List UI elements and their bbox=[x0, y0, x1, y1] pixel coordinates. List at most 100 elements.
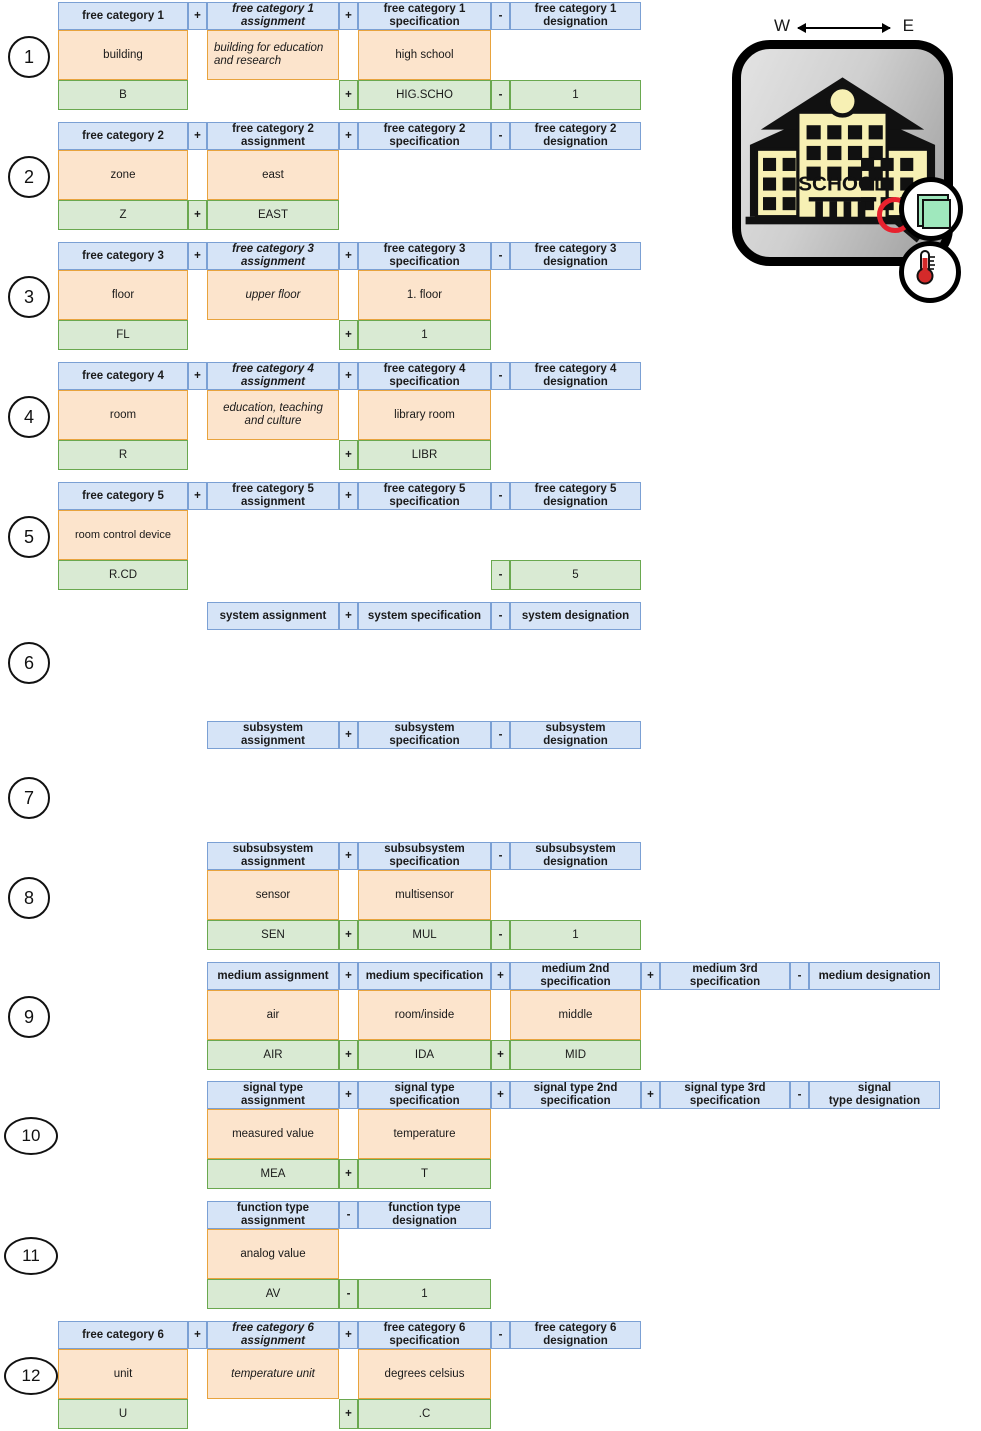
value-specification-2: middle bbox=[510, 990, 641, 1040]
thermometer-icon bbox=[916, 250, 935, 285]
header-operator-minus: - bbox=[491, 362, 510, 390]
code-row: B + HIG.SCHO - 1 bbox=[58, 80, 641, 110]
header-row: free category 5 + free category 5 assignm… bbox=[58, 482, 641, 510]
school-illustration: W E SCHOOL bbox=[716, 0, 981, 303]
header-operator-plus: + bbox=[188, 122, 207, 150]
index-marker-2: 2 bbox=[8, 156, 50, 198]
code-operator-plus: + bbox=[339, 320, 358, 350]
header-specification: free category 3 specification bbox=[358, 242, 491, 270]
header-row: function type assignment - function type d… bbox=[207, 1201, 491, 1229]
header-operator-plus: + bbox=[339, 242, 358, 270]
index-marker-6: 6 bbox=[8, 642, 50, 684]
header-specification-2: medium 2nd specification bbox=[510, 962, 641, 990]
code-row: AIR + IDA + MID bbox=[207, 1040, 641, 1070]
code-operator-plus: + bbox=[491, 1040, 510, 1070]
value-assignment: temperature unit bbox=[207, 1349, 339, 1399]
header-row: system assignment + system specification… bbox=[207, 602, 641, 630]
header-row: free category 6 + free category 6 assignm… bbox=[58, 1321, 641, 1349]
header-category: free category 2 bbox=[58, 122, 188, 150]
code-row: AV - 1 bbox=[207, 1279, 491, 1309]
value-assignment: education, teaching and culture bbox=[207, 390, 339, 440]
code-category: Z bbox=[58, 200, 188, 230]
header-operator-plus: + bbox=[491, 1081, 510, 1109]
code-row: R + LIBR bbox=[58, 440, 491, 470]
code-specification: MUL bbox=[358, 920, 491, 950]
value-row: zone east bbox=[58, 150, 339, 200]
value-assignment: upper floor bbox=[207, 270, 339, 320]
header-operator-minus: - bbox=[491, 242, 510, 270]
header-operator-plus: + bbox=[339, 1081, 358, 1109]
header-designation: free category 4 designation bbox=[510, 362, 641, 390]
header-operator-minus: - bbox=[790, 962, 809, 990]
code-specification: HIG.SCHO bbox=[358, 80, 491, 110]
index-marker-3: 3 bbox=[8, 276, 50, 318]
header-specification-3: medium 3rd specification bbox=[660, 962, 790, 990]
header-specification: free category 6 specification bbox=[358, 1321, 491, 1349]
value-assignment: measured value bbox=[207, 1109, 339, 1159]
code-category: B bbox=[58, 80, 188, 110]
header-assignment: subsystem assignment bbox=[207, 721, 339, 749]
room-badge bbox=[899, 177, 963, 241]
header-assignment: free category 5 assignment bbox=[207, 482, 339, 510]
header-assignment: free category 2 assignment bbox=[207, 122, 339, 150]
code-designation: 1 bbox=[358, 1279, 491, 1309]
code-operator-plus: + bbox=[339, 1399, 358, 1429]
value-specification: room/inside bbox=[358, 990, 491, 1040]
code-specification: T bbox=[358, 1159, 491, 1189]
header-operator-plus: + bbox=[339, 721, 358, 749]
value-row: building building for education and rese… bbox=[58, 30, 491, 80]
code-row: SEN + MUL - 1 bbox=[207, 920, 641, 950]
header-row: medium assignment + medium specification… bbox=[207, 962, 940, 990]
value-specification: 1. floor bbox=[358, 270, 491, 320]
header-category: free category 4 bbox=[58, 362, 188, 390]
value-row: room education, teaching and culture lib… bbox=[58, 390, 491, 440]
code-operator-plus: + bbox=[339, 1040, 358, 1070]
value-row: air room/inside middle bbox=[207, 990, 641, 1040]
code-operator-plus: + bbox=[339, 920, 358, 950]
header-designation: subsubsystem designation bbox=[510, 842, 641, 870]
value-specification: temperature bbox=[358, 1109, 491, 1159]
value-category: room control device bbox=[58, 510, 188, 560]
header-assignment: signal type assignment bbox=[207, 1081, 339, 1109]
building-plate: SCHOOL bbox=[732, 40, 963, 303]
code-specification: LIBR bbox=[358, 440, 491, 470]
header-specification-3: signal type 3rd specification bbox=[660, 1081, 790, 1109]
header-specification: subsubsystem specification bbox=[358, 842, 491, 870]
value-category: floor bbox=[58, 270, 188, 320]
header-operator-plus: + bbox=[339, 842, 358, 870]
header-operator-plus: + bbox=[188, 2, 207, 30]
header-operator-plus: + bbox=[339, 122, 358, 150]
orientation-label: W E bbox=[774, 16, 914, 38]
code-row: Z + EAST bbox=[58, 200, 339, 230]
value-specification: degrees celsius bbox=[358, 1349, 491, 1399]
header-designation: function type designation bbox=[358, 1201, 491, 1229]
header-assignment: system assignment bbox=[207, 602, 339, 630]
index-marker-1: 1 bbox=[8, 36, 50, 78]
value-row: unit temperature unit degrees celsius bbox=[58, 1349, 491, 1399]
header-specification: system specification bbox=[358, 602, 491, 630]
code-assignment: MEA bbox=[207, 1159, 339, 1189]
code-specification: 1 bbox=[358, 320, 491, 350]
header-designation: medium designation bbox=[809, 962, 940, 990]
header-operator-minus: - bbox=[491, 482, 510, 510]
header-specification: subsystem specification bbox=[358, 721, 491, 749]
code-designation: 1 bbox=[510, 920, 641, 950]
header-operator-minus: - bbox=[339, 1201, 358, 1229]
code-category: U bbox=[58, 1399, 188, 1429]
code-operator-minus: - bbox=[339, 1279, 358, 1309]
header-operator-plus: + bbox=[339, 602, 358, 630]
code-specification: .C bbox=[358, 1399, 491, 1429]
header-operator-plus: + bbox=[641, 1081, 660, 1109]
value-specification: library room bbox=[358, 390, 491, 440]
code-operator-plus: + bbox=[339, 440, 358, 470]
header-operator-plus: + bbox=[339, 962, 358, 990]
